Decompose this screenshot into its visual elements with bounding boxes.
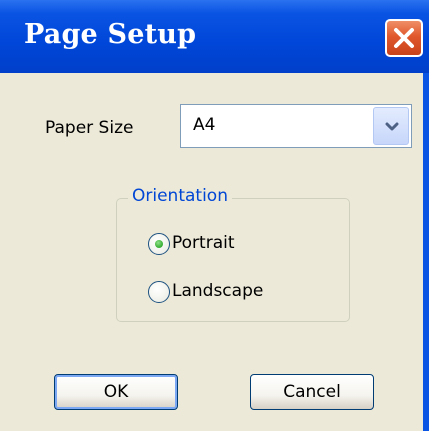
paper-size-label: Paper Size	[45, 118, 134, 138]
cancel-button[interactable]: Cancel	[250, 374, 374, 410]
radio-selected-dot	[155, 240, 163, 248]
page-setup-dialog: Page Setup Paper Size A4 Orientation Por…	[0, 0, 429, 431]
title-bar[interactable]: Page Setup	[0, 0, 429, 73]
dropdown-button[interactable]	[373, 107, 409, 145]
orientation-group	[116, 198, 350, 322]
ok-button[interactable]: OK	[54, 374, 178, 410]
close-icon	[394, 28, 414, 48]
paper-size-value: A4	[193, 115, 216, 135]
paper-size-select[interactable]: A4	[180, 104, 412, 148]
radio-landscape-label: Landscape	[172, 281, 264, 301]
close-button[interactable]	[385, 19, 423, 57]
chevron-down-icon	[385, 122, 399, 131]
radio-portrait-label: Portrait	[172, 233, 235, 253]
radio-landscape-button[interactable]	[148, 281, 170, 303]
dialog-title: Page Setup	[24, 19, 197, 50]
radio-portrait-button[interactable]	[148, 233, 170, 255]
orientation-legend: Orientation	[128, 186, 232, 206]
